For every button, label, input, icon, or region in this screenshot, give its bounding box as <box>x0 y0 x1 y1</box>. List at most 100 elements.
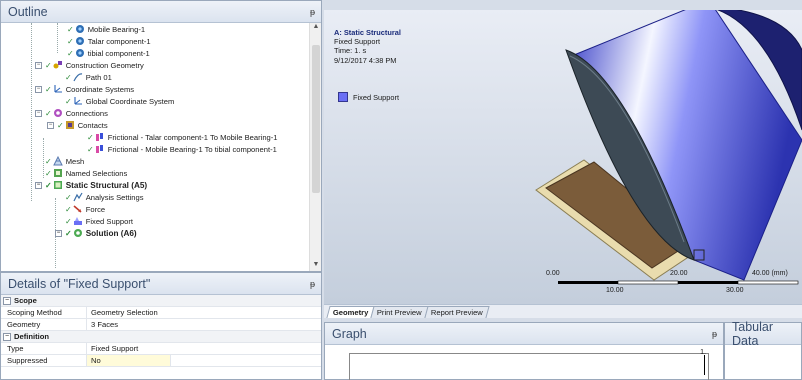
collapse-icon[interactable]: − <box>35 181 42 189</box>
tree-item-static-structural[interactable]: − ✓ Static Structural (A5) <box>35 179 147 191</box>
details-key: Type <box>1 343 87 354</box>
tree-item-frictional-talar[interactable]: ✓ Frictional - Talar component-1 To Mobi… <box>87 131 278 143</box>
details-value[interactable]: 3 Faces <box>87 320 118 329</box>
tab-geometry[interactable]: Geometry <box>326 306 376 318</box>
tree-item-connections[interactable]: − ✓ Connections <box>35 107 108 119</box>
construction-geometry-icon <box>53 61 62 69</box>
details-row[interactable]: Geometry 3 Faces <box>1 319 321 331</box>
body-icon <box>75 25 84 33</box>
tree-item-fixed-support[interactable]: ✓ Fixed Support <box>65 215 133 227</box>
pin-icon[interactable]: ᵽ <box>712 329 717 339</box>
analysis-title: A: Static Structural <box>334 28 401 37</box>
collapse-icon[interactable]: − <box>35 85 42 93</box>
details-row[interactable]: Scoping Method Geometry Selection <box>1 307 321 319</box>
tree-item-talar-component[interactable]: ✓ Talar component-1 <box>67 35 151 47</box>
collapse-icon[interactable]: − <box>47 121 54 129</box>
collapse-icon[interactable]: − <box>55 229 62 237</box>
details-header: Details of "Fixed Support" ᵽ <box>1 273 321 295</box>
details-row[interactable]: Type Fixed Support <box>1 343 321 355</box>
graph-header: Graph ᵽ <box>325 323 723 345</box>
scale-label: 30.00 <box>726 287 744 294</box>
legend: Fixed Support <box>338 92 399 102</box>
body-icon <box>75 49 84 57</box>
collapse-icon[interactable]: − <box>35 61 42 69</box>
scale-label: 10.00 <box>606 287 624 294</box>
collapse-icon[interactable]: − <box>3 332 11 341</box>
collapse-icon[interactable]: − <box>3 296 11 305</box>
force-icon <box>73 205 82 213</box>
scroll-up-icon[interactable]: ▲ <box>310 23 322 33</box>
tree-label: Mesh <box>65 156 85 166</box>
tree-label: Coordinate Systems <box>65 84 135 94</box>
details-row[interactable]: Suppressed No <box>1 355 321 367</box>
details-key: Scoping Method <box>1 307 87 318</box>
tree-item-coordinate-systems[interactable]: − ✓ Coordinate Systems <box>35 83 134 95</box>
details-value[interactable]: No <box>87 355 171 366</box>
tree-label: Talar component-1 <box>87 36 151 46</box>
tree-item-frictional-mobile[interactable]: ✓ Frictional - Mobile Bearing-1 To tibia… <box>87 143 277 155</box>
group-scope[interactable]: − Scope <box>1 295 321 307</box>
tree-label: Frictional - Mobile Bearing-1 To tibial … <box>107 144 277 154</box>
tab-print-preview[interactable]: Print Preview <box>370 306 429 318</box>
tree-label: Path 01 <box>85 72 112 82</box>
tab-report-preview[interactable]: Report Preview <box>424 306 490 318</box>
scroll-thumb[interactable] <box>312 45 320 193</box>
tree-item-path-01[interactable]: ✓ Path 01 <box>65 71 112 83</box>
pin-icon[interactable]: ᵽ <box>310 7 315 17</box>
collapse-icon[interactable]: − <box>35 109 42 117</box>
check-icon: ✓ <box>45 156 52 166</box>
check-icon: ✓ <box>45 168 52 178</box>
coordinate-system-icon <box>74 97 82 105</box>
check-icon: ✓ <box>45 180 52 190</box>
scale-bar: 0.00 20.00 40.00 (mm) 10.00 30.00 <box>546 270 802 300</box>
graphics-viewport[interactable]: A: Static Structural Fixed Support Time:… <box>324 10 802 304</box>
tree-item-solution[interactable]: − ✓ Solution (A6) <box>55 227 137 239</box>
outline-scrollbar[interactable]: ▲ ▼ <box>309 23 321 271</box>
check-icon: ✓ <box>65 96 72 106</box>
group-definition[interactable]: − Definition <box>1 331 321 343</box>
coordinate-system-icon <box>54 85 62 93</box>
tree-label: Named Selections <box>65 168 128 178</box>
check-icon: ✓ <box>87 132 94 142</box>
details-key: Geometry <box>1 319 87 330</box>
tree-item-global-coordinate-system[interactable]: ✓ Global Coordinate System <box>65 95 174 107</box>
pin-icon[interactable]: ᵽ <box>310 279 315 289</box>
group-label: Scope <box>14 296 37 305</box>
outline-title: Outline <box>8 4 48 19</box>
tree-item-construction-geometry[interactable]: − ✓ Construction Geometry <box>35 59 144 71</box>
tree-item-contacts[interactable]: − ✓ Contacts <box>47 119 108 131</box>
mesh-icon <box>52 156 63 166</box>
tree-item-force[interactable]: ✓ Force <box>65 203 105 215</box>
tree-label: Frictional - Talar component-1 To Mobile… <box>107 132 278 142</box>
tree-label: Mobile Bearing-1 <box>87 24 146 34</box>
check-icon: ✓ <box>67 48 74 58</box>
analysis-settings-icon <box>73 192 83 202</box>
details-value[interactable]: Geometry Selection <box>87 308 158 317</box>
scale-label: 0.00 <box>546 270 560 277</box>
check-icon: ✓ <box>65 216 72 226</box>
connections-icon <box>53 109 62 117</box>
legend-swatch <box>338 92 348 102</box>
scale-label: 40.00 (mm) <box>752 270 788 277</box>
graph-panel: Graph ᵽ 1. <box>324 322 724 380</box>
view-tabs: Geometry Print Preview Report Preview <box>324 304 802 318</box>
legend-label: Fixed Support <box>353 92 400 102</box>
graph-plot-area[interactable] <box>349 353 709 380</box>
info-line: 9/12/2017 4:38 PM <box>334 55 397 65</box>
scroll-down-icon[interactable]: ▼ <box>310 261 322 271</box>
tree-label: Static Structural (A5) <box>65 180 148 190</box>
viewport-info: A: Static Structural Fixed Support Time:… <box>334 28 401 65</box>
tree-label: Global Coordinate System <box>85 96 175 106</box>
check-icon: ✓ <box>45 108 52 118</box>
tree-item-analysis-settings[interactable]: ✓ Analysis Settings <box>65 191 144 203</box>
solution-icon <box>73 229 82 237</box>
details-panel: Details of "Fixed Support" ᵽ − Scope Sco… <box>0 272 322 380</box>
tree-item-named-selections[interactable]: ✓ Named Selections <box>45 167 127 179</box>
tree-item-mobile-bearing[interactable]: ✓ Mobile Bearing-1 <box>67 23 145 35</box>
outline-panel: Outline ᵽ ✓ Mobile Bearing-1 ✓ Talar com… <box>0 0 322 272</box>
tree-item-tibial-component[interactable]: ✓ tibial component-1 <box>67 47 150 59</box>
tree-label: Contacts <box>77 120 108 130</box>
info-line: Time: 1. s <box>334 46 367 56</box>
named-selection-icon <box>53 169 62 177</box>
tree-item-mesh[interactable]: ✓ Mesh <box>45 155 84 167</box>
